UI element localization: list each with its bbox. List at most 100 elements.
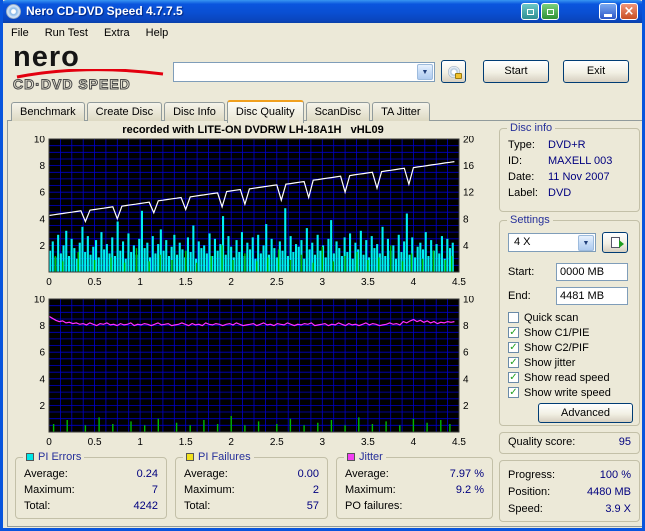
title-bar[interactable]: Nero CD-DVD Speed 4.7.7.5 × <box>3 0 642 23</box>
close-button[interactable]: × <box>620 3 638 20</box>
menu-file[interactable]: File <box>3 25 37 41</box>
checkbox-label: Show C2/PIF <box>524 341 589 354</box>
checkbox-show-read-speed[interactable]: ✓ Show read speed <box>508 371 610 384</box>
titlebar-extra-button-1[interactable] <box>521 3 539 20</box>
stat-label: Total: <box>184 500 211 512</box>
position-label: Position: <box>508 486 551 498</box>
settings-panel: Settings 4 X ▼ Start: End: Quick scan ✓ S… <box>499 214 640 426</box>
tab-scandisc[interactable]: ScanDisc <box>305 102 371 121</box>
window-glyph-icon <box>546 8 554 15</box>
menu-extra[interactable]: Extra <box>96 25 138 41</box>
menu-help[interactable]: Help <box>138 25 177 41</box>
svg-text:2: 2 <box>228 437 234 448</box>
svg-text:0.5: 0.5 <box>88 437 102 448</box>
checkbox-box[interactable]: ✓ <box>508 372 519 383</box>
quality-scan-chart: 10 8 6 4 2 20 16 12 8 4 0 0.5 1 1.5 2 2.5 3 3.5 4 4.5 <box>17 135 495 289</box>
checkbox-label: Quick scan <box>524 311 579 324</box>
checkbox-label: Show C1/PIE <box>524 326 590 339</box>
advanced-button[interactable]: Advanced <box>538 403 633 423</box>
svg-text:3.5: 3.5 <box>361 277 375 288</box>
svg-text:16: 16 <box>463 161 475 172</box>
tab-create-disc[interactable]: Create Disc <box>86 102 163 121</box>
quality-score-panel: Quality score: 95 <box>499 432 640 454</box>
svg-text:10: 10 <box>463 296 475 306</box>
drive-select[interactable]: [3:0] LITE-ON DVDRW LH-18A1H HL09 ▼ <box>173 62 435 82</box>
stat-value: 2 <box>312 484 319 496</box>
scan-caption: recorded with LITE-ON DVDRW LH-18A1H vHL… <box>122 124 384 136</box>
quality-score-value: 95 <box>618 436 631 448</box>
tab-disc-info[interactable]: Disc Info <box>164 102 225 121</box>
start-position-input[interactable] <box>556 263 628 281</box>
green-arrow-icon <box>619 240 624 248</box>
app-icon <box>6 4 21 19</box>
checkbox-quick-scan[interactable]: Quick scan <box>508 311 578 324</box>
svg-text:4: 4 <box>39 374 45 385</box>
progress-value: 100 % <box>599 469 631 481</box>
checkbox-box[interactable] <box>508 312 519 323</box>
svg-text:3: 3 <box>320 277 326 288</box>
stat-value: 9.2 % <box>455 484 484 496</box>
checkbox-box[interactable]: ✓ <box>508 327 519 338</box>
stat-value: 0.00 <box>297 468 319 480</box>
checkbox-box[interactable]: ✓ <box>508 357 519 368</box>
svg-text:12: 12 <box>463 188 475 199</box>
close-icon: × <box>623 4 635 19</box>
stat-value: 0.24 <box>136 468 158 480</box>
stat-label: Average: <box>184 468 228 480</box>
svg-text:4: 4 <box>463 241 469 252</box>
menu-run-test[interactable]: Run Test <box>37 25 96 41</box>
chevron-down-icon[interactable]: ▼ <box>417 64 433 80</box>
titlebar-extra-button-2[interactable] <box>541 3 559 20</box>
start-position-label: Start: <box>508 266 535 278</box>
start-button[interactable]: Start <box>483 60 549 83</box>
svg-text:3: 3 <box>320 437 326 448</box>
window-title: Nero CD-DVD Speed 4.7.7.5 <box>26 4 183 18</box>
minimize-button[interactable] <box>599 3 617 20</box>
checkbox-show-jitter[interactable]: ✓ Show jitter <box>508 356 575 369</box>
svg-text:10: 10 <box>34 136 46 146</box>
pi-failures-panel: PI Failures Average: 0.00 Maximum: 2 Total… <box>175 451 328 519</box>
tab-disc-quality[interactable]: Disc Quality <box>226 100 304 123</box>
settings-tool-button[interactable] <box>602 232 628 253</box>
stat-label: Total: <box>24 500 51 512</box>
svg-text:4: 4 <box>463 374 469 385</box>
end-position-label: End: <box>508 290 531 302</box>
svg-text:0: 0 <box>46 437 52 448</box>
checkbox-box[interactable]: ✓ <box>508 387 519 398</box>
pi-errors-title: PI Errors <box>38 451 82 463</box>
checkbox-label: Show write speed <box>524 386 611 399</box>
stat-label: PO failures: <box>345 500 403 512</box>
svg-text:4: 4 <box>411 437 417 448</box>
end-position-input[interactable] <box>556 287 628 305</box>
svg-text:3.5: 3.5 <box>361 437 375 448</box>
stat-label: Average: <box>24 468 68 480</box>
exit-button[interactable]: Exit <box>563 60 629 83</box>
stat-value: 57 <box>306 500 319 512</box>
checkbox-show-c1-pie[interactable]: ✓ Show C1/PIE <box>508 326 589 339</box>
pi-failures-color-swatch <box>186 453 194 461</box>
svg-text:1.5: 1.5 <box>179 437 193 448</box>
disc-date-label: Date: <box>508 171 535 183</box>
disc-type-label: Type: <box>508 139 535 151</box>
checkbox-show-write-speed[interactable]: ✓ Show write speed <box>508 386 611 399</box>
svg-text:6: 6 <box>39 188 45 199</box>
svg-text:4: 4 <box>411 277 417 288</box>
minimize-icon <box>604 14 612 17</box>
app-window: Nero CD-DVD Speed 4.7.7.5 × File Run Tes… <box>0 0 645 531</box>
tab-benchmark[interactable]: Benchmark <box>11 102 85 121</box>
checkbox-show-c2-pif[interactable]: ✓ Show C2/PIF <box>508 341 589 354</box>
jitter-color-swatch <box>347 453 355 461</box>
quality-score-label: Quality score: <box>508 436 576 448</box>
progress-panel: Progress: 100 % Position: 4480 MB Speed: 3.… <box>499 460 640 522</box>
jitter-stats-panel: Jitter Average: 7.97 % Maximum: 9.2 % PO f… <box>336 451 493 519</box>
svg-text:0: 0 <box>46 277 52 288</box>
svg-text:1: 1 <box>137 437 143 448</box>
jitter-title: Jitter <box>359 451 383 463</box>
speed-select[interactable]: 4 X ▼ <box>508 233 596 252</box>
checkbox-label: Show jitter <box>524 356 576 369</box>
chevron-down-icon[interactable]: ▼ <box>578 235 594 251</box>
pi-errors-panel: PI Errors Average: 0.24 Maximum: 7 Total: 4… <box>15 451 167 519</box>
tab-ta-jitter[interactable]: TA Jitter <box>372 102 430 121</box>
drive-info-button[interactable] <box>441 60 466 83</box>
checkbox-box[interactable]: ✓ <box>508 342 519 353</box>
